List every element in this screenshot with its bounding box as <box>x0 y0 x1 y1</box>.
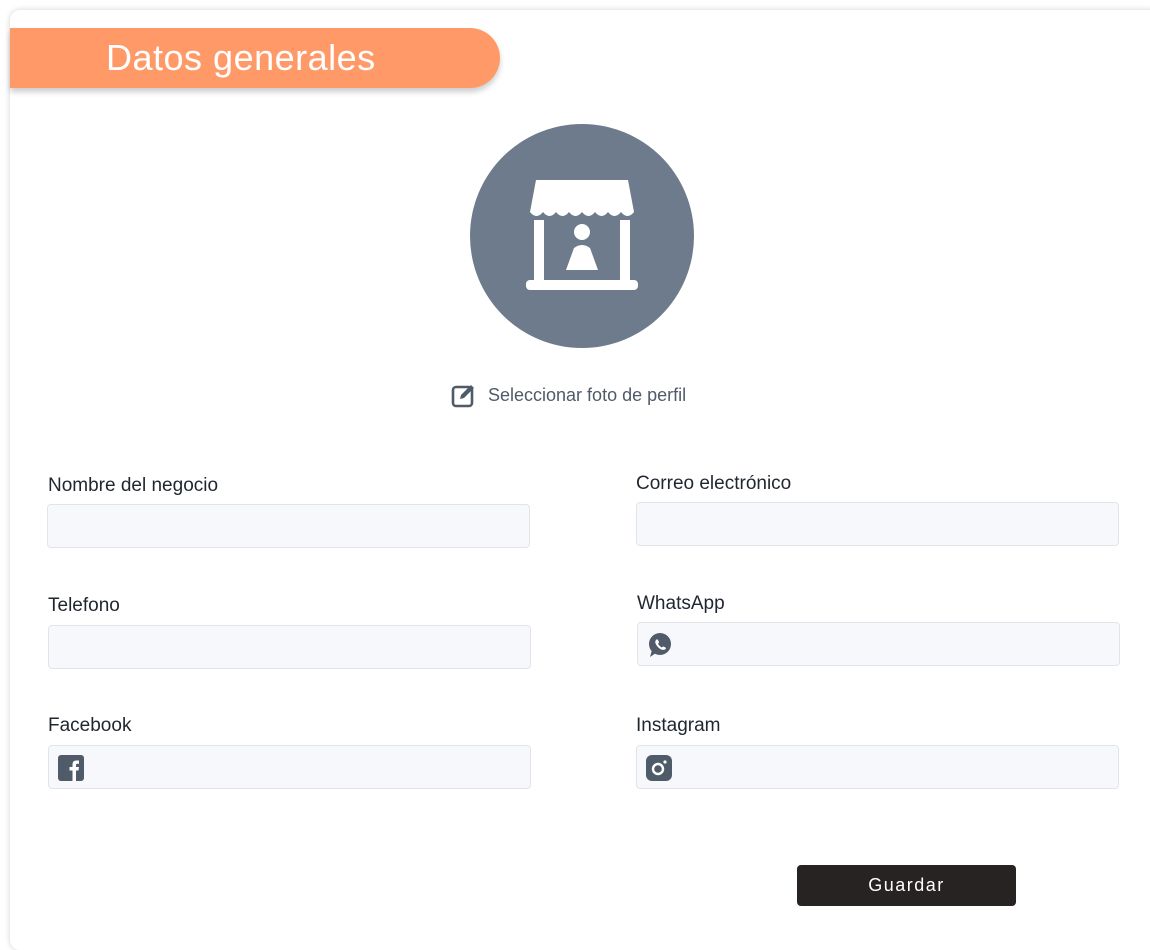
phone-input[interactable] <box>49 626 530 668</box>
phone-label: Telefono <box>48 595 120 616</box>
email-label: Correo electrónico <box>636 473 792 494</box>
select-photo-button[interactable]: Seleccionar foto de perfil <box>450 380 686 410</box>
edit-icon <box>451 385 474 408</box>
whatsapp-label: WhatsApp <box>637 593 725 614</box>
email-field[interactable] <box>636 502 1119 546</box>
facebook-input[interactable] <box>49 746 530 788</box>
business-name-label: Nombre del negocio <box>48 475 219 496</box>
profile-avatar[interactable] <box>470 124 694 348</box>
business-name-field[interactable] <box>47 504 530 548</box>
instagram-field[interactable] <box>636 745 1119 789</box>
whatsapp-field[interactable] <box>637 622 1120 666</box>
section-title: Datos generales <box>10 28 500 88</box>
business-name-input[interactable] <box>48 505 529 547</box>
email-input[interactable] <box>637 503 1118 545</box>
facebook-field[interactable] <box>48 745 531 789</box>
whatsapp-input[interactable] <box>638 623 1119 665</box>
instagram-label: Instagram <box>636 715 721 736</box>
select-photo-label: Seleccionar foto de perfil <box>488 384 687 405</box>
instagram-input[interactable] <box>637 746 1118 788</box>
facebook-label: Facebook <box>48 715 132 736</box>
save-button[interactable]: Guardar <box>797 865 1016 906</box>
phone-field[interactable] <box>48 625 531 669</box>
store-stall-icon <box>526 180 638 290</box>
